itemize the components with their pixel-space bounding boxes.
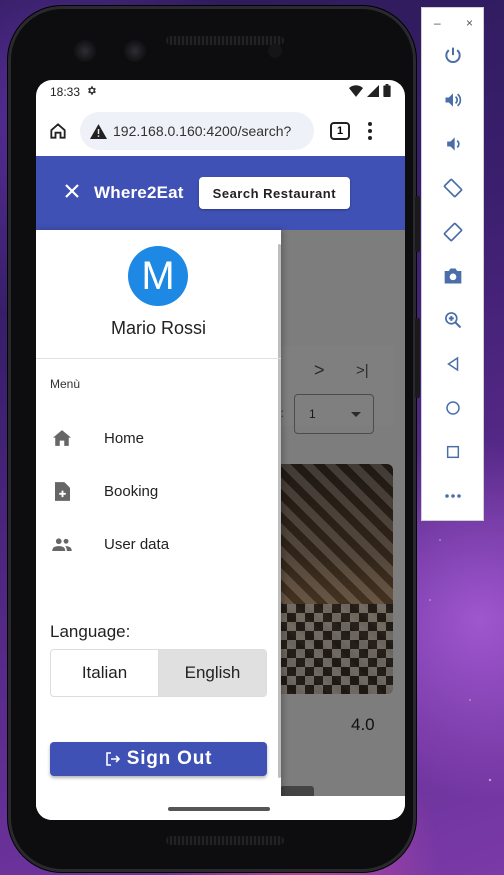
menu-item-home[interactable]: Home [36,416,281,460]
note-add-icon [52,481,72,501]
status-time: 18:33 [50,85,81,99]
volume-down-icon[interactable] [422,126,483,162]
not-secure-warning-icon[interactable] [90,123,107,139]
rotate-right-icon[interactable] [422,214,483,250]
browser-home-icon[interactable] [36,121,80,141]
browser-more-icon[interactable] [368,122,372,140]
proximity-sensor [268,44,282,58]
tab-switcher-button[interactable]: 1 [330,122,350,140]
language-option-english[interactable]: English [158,650,266,696]
front-sensor [124,40,146,62]
app-toolbar: Where2Eat Search Restaurant [36,156,405,230]
language-option-italian[interactable]: Italian [51,650,158,696]
search-restaurant-button[interactable]: Search Restaurant [198,177,351,209]
zoom-icon[interactable] [422,302,483,338]
status-bar: 18:33 [36,80,405,104]
home-circle-icon[interactable] [422,390,483,426]
phone-frame: 18:33 192.168.0.160:4200/search? 1 Where… [8,6,420,872]
avatar: M [128,246,188,306]
rotate-left-icon[interactable] [422,170,483,206]
menu-item-label: User data [104,535,170,553]
url-bar[interactable]: 192.168.0.160:4200/search? [80,112,314,150]
phone-volume-button [415,318,420,398]
emulator-minimize-button[interactable]: – [434,16,441,34]
navigation-drawer: M Mario Rossi Menù Home Booking User dat… [36,230,281,820]
language-toggle-group: Italian English [50,649,267,697]
cell-signal-icon [367,84,379,100]
battery-icon [383,84,391,100]
close-drawer-icon[interactable] [64,183,80,204]
menu-item-label: Home [104,429,145,447]
menu-item-label: Booking [104,482,159,500]
wifi-icon [349,84,363,100]
menu-item-user-data[interactable]: User data [36,522,281,566]
front-camera [74,40,96,62]
language-label: Language: [50,622,131,641]
overview-square-icon[interactable] [422,434,483,470]
sign-out-label: Sign Out [126,748,213,769]
phone-screen: 18:33 192.168.0.160:4200/search? 1 Where… [36,80,405,820]
url-text: 192.168.0.160:4200/search? [113,123,292,139]
bottom-speaker [166,836,284,845]
volume-up-icon[interactable] [422,82,483,118]
drawer-divider [36,358,281,359]
phone-power-button [415,196,420,252]
logout-icon [105,751,121,767]
people-icon [52,534,72,554]
back-icon[interactable] [422,346,483,382]
more-icon[interactable] [422,478,483,514]
system-nav-bar [36,796,405,820]
power-icon[interactable] [422,38,483,74]
emulator-close-button[interactable]: × [466,16,473,34]
home-icon [52,428,72,448]
menu-item-booking[interactable]: Booking [36,469,281,513]
camera-icon[interactable] [422,258,483,294]
browser-toolbar: 192.168.0.160:4200/search? 1 [36,108,405,154]
menu-heading: Menù [50,377,81,391]
app-title: Where2Eat [94,183,184,202]
gesture-handle[interactable] [168,807,270,811]
sign-out-button[interactable]: Sign Out [50,742,267,776]
earpiece-speaker [166,36,284,45]
emulator-control-panel: – × [421,7,484,521]
settings-gear-icon [86,85,97,99]
user-name: Mario Rossi [110,318,207,338]
